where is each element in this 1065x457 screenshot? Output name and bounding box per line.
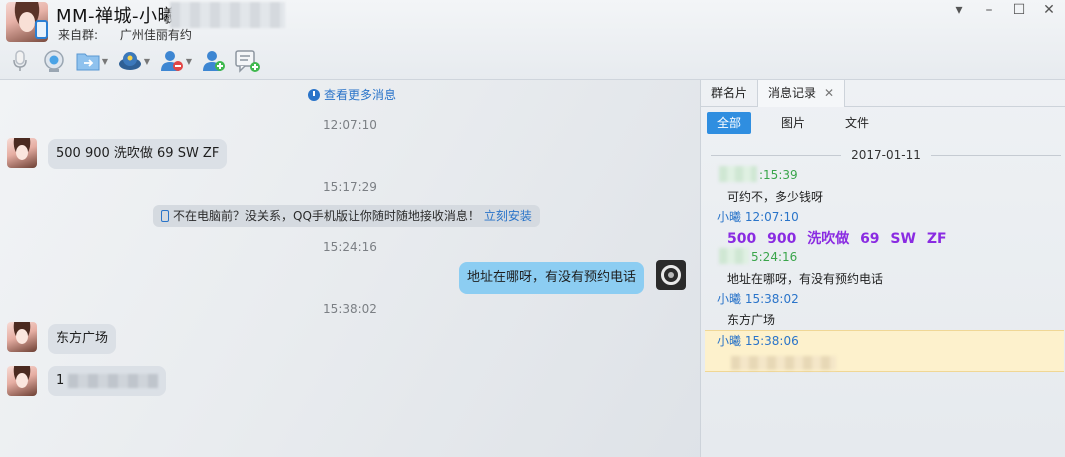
divider [711, 154, 842, 156]
message-timestamp: 12:07:10 [323, 118, 377, 132]
record-sender: 小曦 [717, 334, 742, 348]
video-button[interactable] [40, 48, 68, 74]
title-bar: MM-禅城-小曦 来自群: 广州佳丽有约 ▾ – ☐ ✕ ▼ ▼ ▼ [0, 0, 1065, 80]
avatar-face [19, 12, 35, 32]
chevron-down-icon: ▼ [101, 56, 109, 66]
record-filters: 全部 图片 文件 [707, 112, 879, 134]
view-more-messages-link[interactable]: 查看更多消息 [308, 86, 396, 103]
view-more-label: 查看更多消息 [324, 88, 397, 102]
record-text[interactable]: 可约不，多少钱呀 [727, 188, 823, 205]
filter-files[interactable]: 文件 [835, 112, 879, 134]
filter-all[interactable]: 全部 [707, 112, 752, 134]
blurred-content [68, 373, 159, 388]
mobile-online-icon [35, 20, 48, 39]
sender-avatar[interactable] [7, 138, 37, 168]
notice-text: 不在电脑前？没关系，QQ手机版让你随时随地接收消息！ [173, 209, 480, 223]
message-timestamp: 15:24:16 [323, 240, 377, 254]
message-bubble[interactable]: 地址在哪呀，有没有预约电话 [459, 262, 645, 294]
message-timestamp: 15:38:02 [323, 302, 377, 316]
minimize-icon[interactable]: – [981, 2, 997, 18]
video-call-icon [44, 50, 64, 72]
add-friend-icon [203, 51, 225, 71]
record-time: 15:38:06 [744, 334, 799, 348]
side-panel: 群名片 消息记录 ✕ 全部 图片 文件 2017-01-11 :15:39 可约… [700, 80, 1065, 457]
tab-message-record[interactable]: 消息记录 ✕ [757, 80, 846, 107]
record-header: 小曦 12:07:10 [717, 208, 799, 225]
new-chat-button[interactable] [234, 48, 262, 74]
message-area[interactable]: 查看更多消息 12:07:10 500 900 洗吹做 69 SW ZF 15:… [0, 80, 700, 457]
remote-assist-button[interactable]: ▼ [116, 48, 152, 74]
tab-label: 消息记录 [768, 86, 817, 100]
blurred-sender [719, 248, 749, 264]
avatar-dot [668, 272, 674, 278]
record-text[interactable]: 东方广场 [727, 311, 775, 328]
add-friend-button[interactable] [200, 48, 228, 74]
remote-assist-icon [118, 52, 141, 70]
record-text[interactable]: 地址在哪呀，有没有预约电话 [727, 270, 883, 287]
mobile-phone-icon [161, 210, 169, 222]
record-sender: 小曦 [717, 210, 742, 224]
message-bubble[interactable]: 500 900 洗吹做 69 SW ZF [48, 139, 228, 169]
blurred-name [170, 2, 285, 28]
close-icon[interactable]: ✕ [1041, 2, 1057, 18]
record-header: 小曦 15:38:06 [717, 332, 799, 349]
record-sender: 小曦 [717, 292, 742, 306]
voice-button[interactable] [6, 48, 34, 74]
message-text: 1 [56, 373, 65, 388]
record-time: 15:38:02 [744, 292, 799, 306]
avatar-face [16, 373, 28, 388]
maximize-icon[interactable]: ☐ [1011, 2, 1027, 18]
side-tabs: 群名片 消息记录 ✕ [701, 80, 1065, 107]
filter-images[interactable]: 图片 [771, 112, 815, 134]
window-controls: ▾ – ☐ ✕ [951, 2, 1057, 18]
remove-member-button[interactable]: ▼ [158, 48, 194, 74]
send-file-button[interactable]: ▼ [74, 48, 110, 74]
chat-window: MM-禅城-小曦 来自群: 广州佳丽有约 ▾ – ☐ ✕ ▼ ▼ ▼ 查看更多消… [0, 0, 1065, 457]
chevron-down-icon: ▼ [185, 56, 193, 66]
message-bubble[interactable]: 1 [48, 366, 167, 396]
sender-avatar[interactable] [7, 322, 37, 352]
chevron-down-icon: ▼ [143, 56, 151, 66]
record-header: 小曦 15:38:02 [717, 290, 799, 307]
history-icon [308, 88, 320, 101]
blurred-content [731, 356, 836, 370]
send-file-icon [76, 53, 100, 71]
tab-group-card[interactable]: 群名片 [701, 80, 757, 107]
microphone-icon [13, 50, 27, 71]
record-time: 5:24:16 [751, 250, 798, 264]
from-group-name[interactable]: 广州佳丽有约 [120, 28, 192, 42]
from-group: 来自群: 广州佳丽有约 [58, 26, 192, 43]
avatar-face [16, 145, 28, 160]
record-time: :15:39 [759, 168, 798, 182]
record-text[interactable]: 500 900 洗吹做 69 SW ZF [727, 228, 947, 248]
record-date: 2017-01-11 [851, 148, 921, 162]
dropdown-menu-icon[interactable]: ▾ [951, 2, 967, 18]
divider [930, 154, 1061, 156]
message-timestamp: 15:17:29 [323, 180, 377, 194]
contact-name[interactable]: MM-禅城-小曦 [56, 2, 176, 28]
message-bubble[interactable]: 东方广场 [48, 324, 117, 354]
from-group-label: 来自群: [58, 28, 99, 42]
date-separator: 2017-01-11 [711, 148, 1061, 162]
install-now-link[interactable]: 立刻安装 [484, 205, 532, 227]
blurred-sender [719, 166, 757, 182]
chat-toolbar: ▼ ▼ ▼ [6, 48, 262, 74]
add-chat-icon [235, 50, 260, 73]
my-avatar[interactable] [656, 260, 686, 290]
avatar-face [16, 329, 28, 344]
sender-avatar[interactable] [7, 366, 37, 396]
mobile-promo-notice: 不在电脑前？没关系，QQ手机版让你随时随地接收消息！ 立刻安装 [153, 205, 540, 227]
close-tab-icon[interactable]: ✕ [824, 80, 834, 107]
record-time: 12:07:10 [744, 210, 799, 224]
remove-member-icon [160, 51, 183, 71]
